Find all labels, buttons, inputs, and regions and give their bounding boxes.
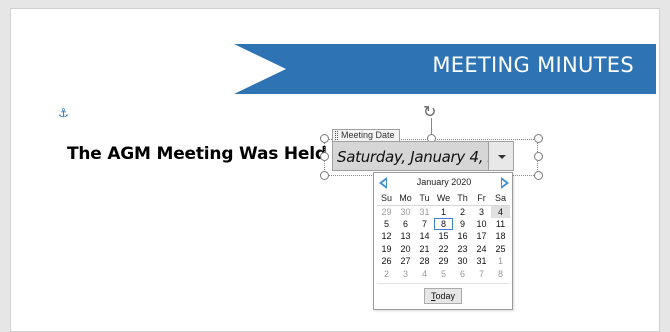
calendar-day[interactable]: 6	[396, 218, 415, 231]
weekday-header: Th	[453, 191, 472, 206]
weekday-header: We	[434, 191, 453, 206]
grip-icon	[335, 131, 338, 140]
calendar-day[interactable]: 3	[396, 268, 415, 281]
calendar-week: 2345678	[377, 268, 510, 281]
calendar-day[interactable]: 31	[472, 255, 491, 268]
calendar-day[interactable]: 16	[453, 230, 472, 243]
anchor-icon[interactable]: ⚓	[58, 106, 69, 120]
weekday-row: Su Mo Tu We Th Fr Sa	[377, 191, 510, 206]
weekday-header: Mo	[396, 191, 415, 206]
calendar-header: January 2020	[374, 176, 514, 190]
resize-handle-middle-left[interactable]	[320, 152, 329, 161]
weekday-header: Sa	[491, 191, 510, 206]
calendar-day[interactable]: 5	[434, 268, 453, 281]
chevron-down-icon	[498, 155, 506, 159]
resize-handle-middle-right[interactable]	[534, 152, 543, 161]
today-button[interactable]: Today	[424, 288, 462, 304]
calendar-day[interactable]: 27	[396, 255, 415, 268]
calendar-day[interactable]: 1	[434, 205, 453, 218]
calendar-days: 29 30 31 1 2 3 4 5 6 7 8 9 10 11 12 13 14 15 16 17 18 19 20 21 2…	[377, 205, 510, 280]
today-button-label-rest: oday	[435, 291, 456, 301]
calendar-day[interactable]: 13	[396, 230, 415, 243]
date-dropdown-button[interactable]	[488, 141, 514, 171]
calendar-day[interactable]: 24	[472, 243, 491, 256]
title-banner[interactable]: MEETING MINUTES	[232, 42, 656, 94]
calendar-day[interactable]: 12	[377, 230, 396, 243]
calendar-day[interactable]: 4	[491, 205, 510, 218]
calendar-day[interactable]: 10	[472, 218, 491, 231]
weekday-header: Tu	[415, 191, 434, 206]
calendar-day[interactable]: 15	[434, 230, 453, 243]
calendar-day[interactable]: 9	[453, 218, 472, 231]
next-month-icon[interactable]	[497, 176, 511, 190]
calendar-divider	[377, 283, 509, 284]
resize-handle-top-left[interactable]	[320, 134, 329, 143]
calendar-day[interactable]: 4	[415, 268, 434, 281]
calendar-day[interactable]: 29	[377, 205, 396, 218]
calendar-grid: Su Mo Tu We Th Fr Sa 29 30 31 1 2 3 4 5 6 7 8 9 10 11 12 13 14…	[377, 191, 510, 280]
calendar-day[interactable]: 11	[491, 218, 510, 231]
calendar-day[interactable]: 21	[415, 243, 434, 256]
calendar-day[interactable]: 23	[453, 243, 472, 256]
weekday-header: Fr	[472, 191, 491, 206]
calendar-day[interactable]: 3	[472, 205, 491, 218]
calendar-day[interactable]: 17	[472, 230, 491, 243]
calendar-week: 5 6 7 8 9 10 11	[377, 217, 510, 231]
calendar-week: 26 27 28 29 30 31 1	[377, 255, 510, 268]
calendar-day[interactable]: 22	[434, 243, 453, 256]
calendar-day[interactable]: 18	[491, 230, 510, 243]
calendar-day[interactable]: 26	[377, 255, 396, 268]
calendar-day[interactable]: 28	[415, 255, 434, 268]
weekday-header: Su	[377, 191, 396, 206]
calendar-day[interactable]: 1	[491, 255, 510, 268]
date-picker-calendar: January 2020 Su Mo Tu We Th Fr Sa 29 30 31 1 2 3 4 5 6…	[373, 172, 513, 310]
calendar-day[interactable]: 20	[396, 243, 415, 256]
calendar-week: 29 30 31 1 2 3 4	[377, 205, 510, 218]
calendar-day[interactable]: 6	[453, 268, 472, 281]
calendar-month-label: January 2020	[416, 177, 472, 187]
calendar-day[interactable]: 25	[491, 243, 510, 256]
calendar-day[interactable]: 14	[415, 230, 434, 243]
calendar-day[interactable]: 2	[377, 268, 396, 281]
banner-title: MEETING MINUTES	[432, 53, 634, 77]
calendar-day[interactable]: 29	[434, 255, 453, 268]
resize-handle-top-right[interactable]	[534, 134, 543, 143]
calendar-day[interactable]: 8	[491, 268, 510, 281]
calendar-day[interactable]: 19	[377, 243, 396, 256]
calendar-day[interactable]: 8	[434, 217, 453, 230]
resize-handle-bottom-left[interactable]	[320, 171, 329, 180]
calendar-day[interactable]: 30	[453, 255, 472, 268]
calendar-day[interactable]: 5	[377, 218, 396, 231]
calendar-week: 12 13 14 15 16 17 18	[377, 230, 510, 243]
date-field[interactable]: Saturday, January 4, 2020	[332, 141, 489, 171]
calendar-week: 19 20 21 22 23 24 25	[377, 243, 510, 256]
rotate-handle-icon[interactable]: ↻	[423, 102, 436, 121]
calendar-day[interactable]: 31	[415, 205, 434, 218]
calendar-day[interactable]: 7	[472, 268, 491, 281]
calendar-day[interactable]: 2	[453, 205, 472, 218]
resize-handle-bottom-right[interactable]	[534, 171, 543, 180]
calendar-day[interactable]: 7	[415, 218, 434, 231]
content-control-tag-label: Meeting Date	[341, 130, 395, 140]
calendar-day[interactable]: 30	[396, 205, 415, 218]
